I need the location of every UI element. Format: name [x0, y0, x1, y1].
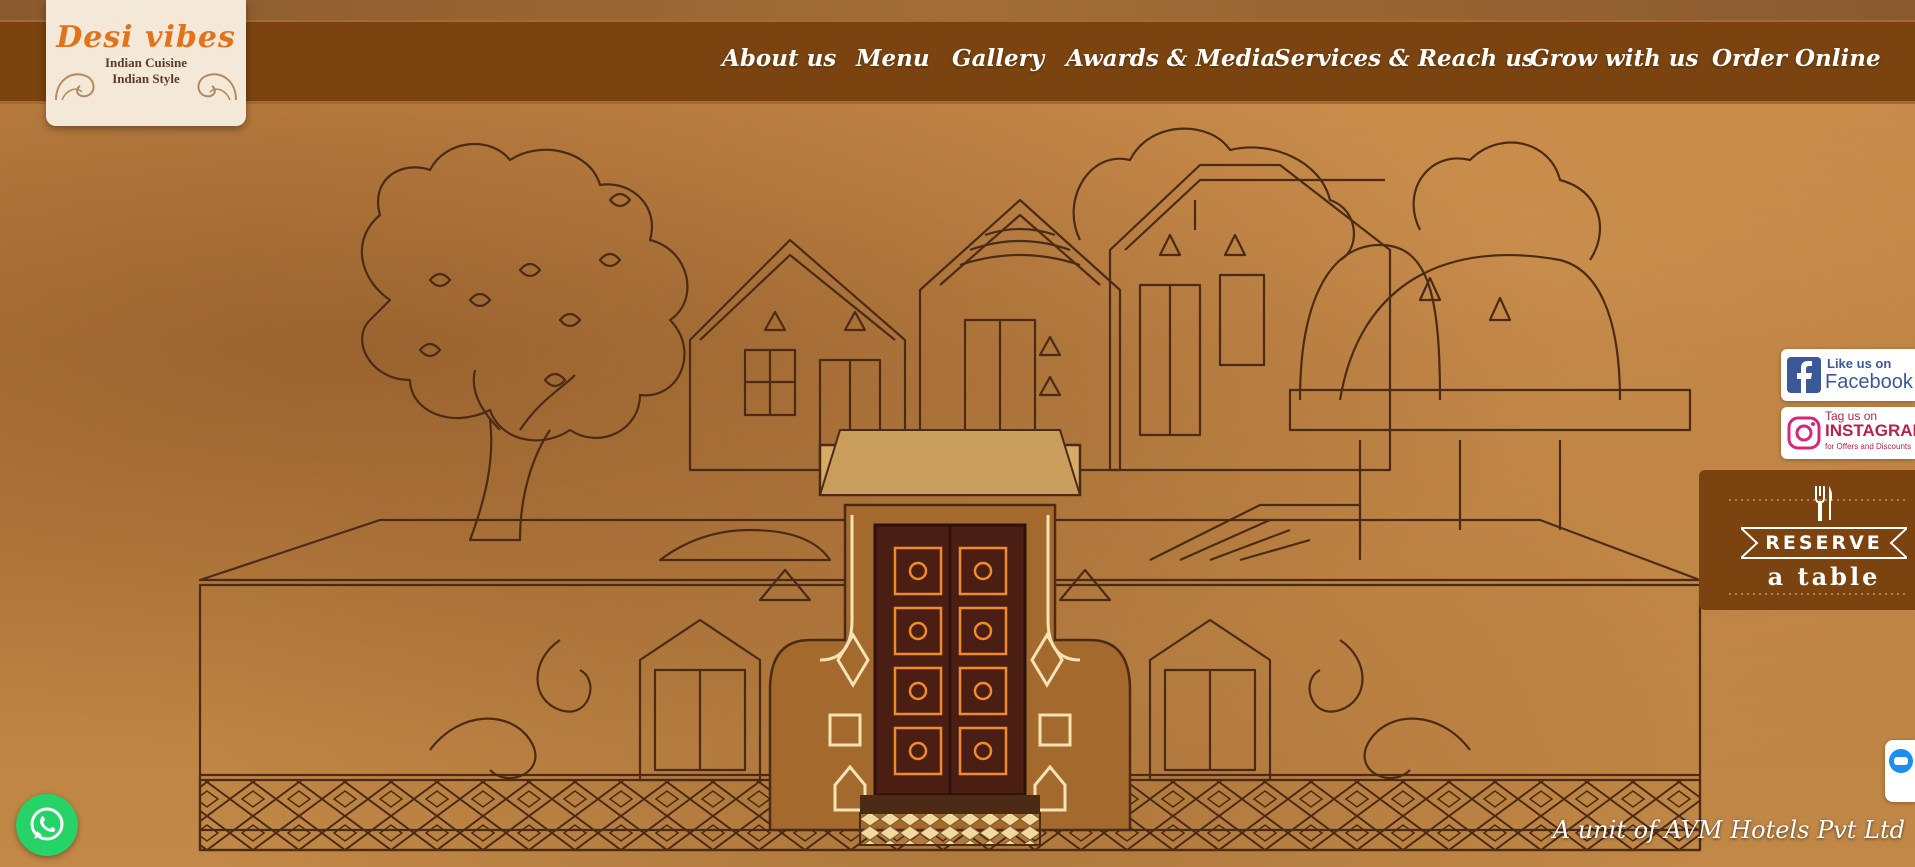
dotted-line-bottom: [1729, 593, 1909, 595]
instagram-icon: [1787, 416, 1821, 450]
company-credit: A unit of AVM Hotels Pvt Ltd: [1552, 816, 1905, 844]
village-illustration: [198, 127, 1702, 852]
nav-awards-media[interactable]: Awards & Media: [1066, 45, 1275, 72]
nav-about-us[interactable]: About us: [722, 45, 836, 72]
entrance-gate: [768, 429, 1132, 846]
cutlery-icon: [1815, 486, 1833, 521]
nav-gallery[interactable]: Gallery: [952, 45, 1044, 72]
nav-services-reach-us[interactable]: Services & Reach us: [1274, 45, 1535, 72]
nav-order-online[interactable]: Order Online: [1712, 45, 1881, 72]
hero-background: Desi vibes Indian Cuisine Indian Style A…: [0, 0, 1915, 867]
nav-menu[interactable]: Menu: [856, 45, 930, 72]
facebook-big-text: Facebook: [1825, 371, 1913, 393]
chat-tab[interactable]: [1885, 740, 1915, 802]
facebook-small-text: Like us on: [1827, 356, 1892, 371]
facebook-icon: [1787, 357, 1821, 393]
site-logo[interactable]: Desi vibes Indian Cuisine Indian Style: [46, 0, 246, 126]
reserve-table-button[interactable]: RESERVE a table: [1699, 470, 1915, 610]
instagram-tag-button[interactable]: Tag us on INSTAGRAM for Offers and Disco…: [1781, 407, 1915, 459]
logo-title: Desi vibes: [56, 20, 236, 55]
ornament-icon: [197, 73, 237, 101]
facebook-like-button[interactable]: Like us on Facebook: [1781, 349, 1915, 401]
nav-grow-with-us[interactable]: Grow with us: [1530, 45, 1698, 72]
instagram-note-text: for Offers and Discounts: [1825, 442, 1912, 451]
reserve-label: RESERVE: [1765, 532, 1883, 554]
instagram-big-text: INSTAGRAM: [1825, 421, 1915, 440]
reserve-sub-label: a table: [1767, 562, 1881, 591]
chat-icon: [1889, 749, 1913, 773]
whatsapp-icon: [30, 807, 64, 841]
ornament-icon: [55, 73, 95, 101]
whatsapp-button[interactable]: [16, 794, 78, 856]
top-band: [0, 0, 1915, 20]
